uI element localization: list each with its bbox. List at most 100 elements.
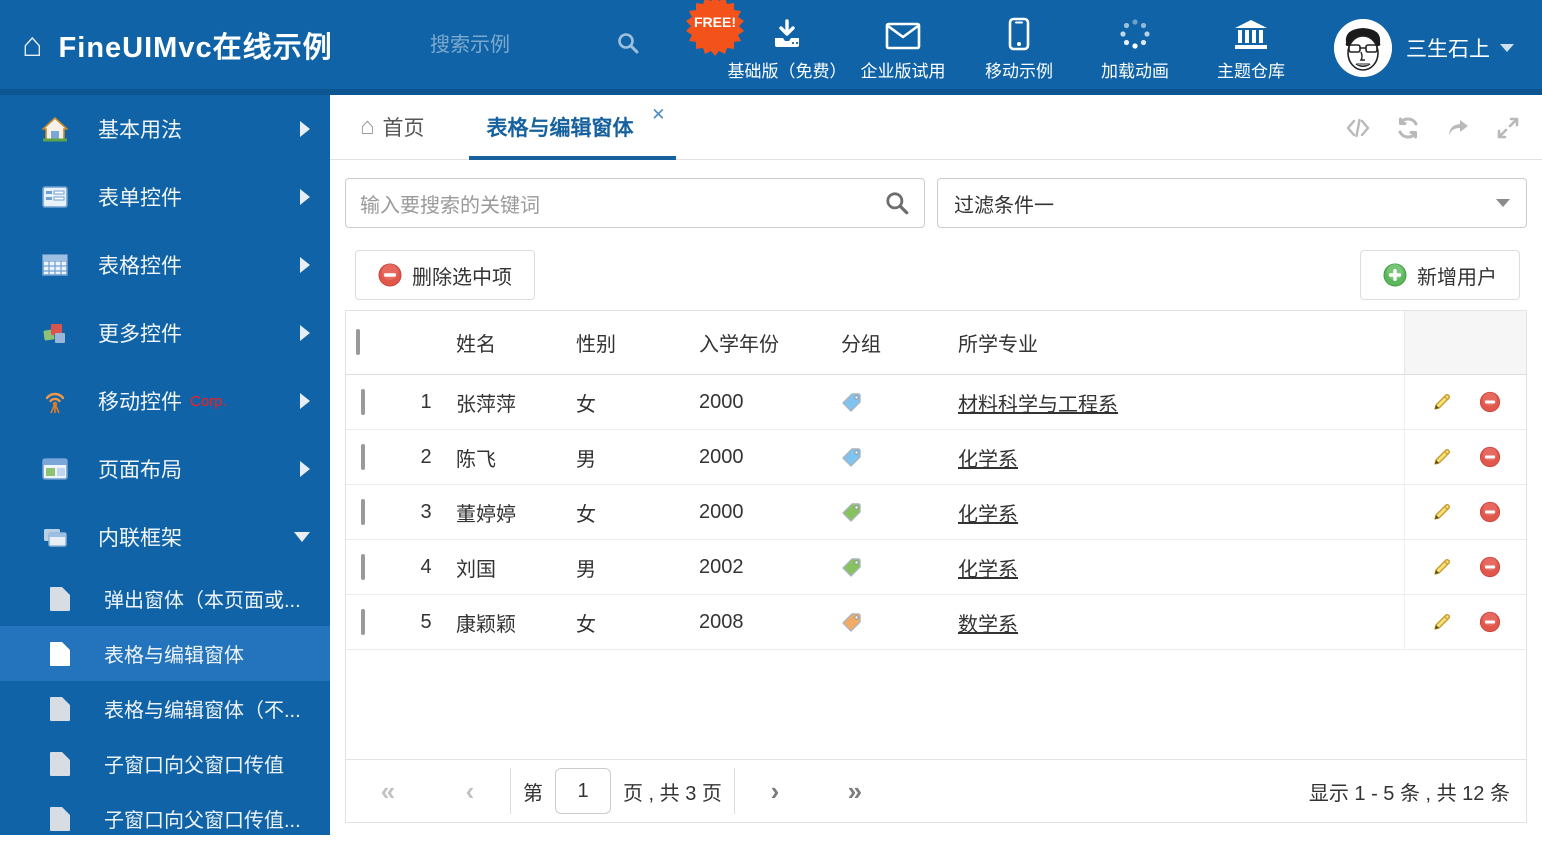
- add-user-label: 新增用户: [1417, 266, 1497, 289]
- table-row: 1 张萍萍 女 2000 材料科学与工程系: [346, 375, 1526, 430]
- tab-active-indicator: [468, 155, 676, 160]
- sidebar-item-basic-usage[interactable]: 基本用法: [0, 95, 330, 163]
- major-link[interactable]: 材料科学与工程系: [958, 394, 1118, 416]
- select-all-checkbox[interactable]: [356, 329, 360, 355]
- row-checkbox[interactable]: [361, 388, 365, 415]
- major-link[interactable]: 数学系: [958, 614, 1018, 636]
- nav-label: 基础版（免费）: [727, 62, 847, 81]
- sidebar-subitem-child-to-parent[interactable]: 子窗口向父窗口传值: [0, 736, 330, 791]
- first-page-button[interactable]: «: [346, 776, 430, 807]
- sidebar-item-more-controls[interactable]: 更多控件: [0, 299, 330, 367]
- sidebar-item-mobile-controls[interactable]: 移动控件 Corp.: [0, 367, 330, 435]
- edit-pencil-icon[interactable]: [1431, 501, 1453, 523]
- chevron-right-icon: [300, 257, 310, 273]
- row-index: 4: [420, 555, 432, 578]
- envelope-icon: [885, 13, 921, 51]
- page-number-input[interactable]: [555, 768, 611, 814]
- filter-dropdown[interactable]: 过滤条件一: [937, 178, 1527, 228]
- sidebar-subitem-grid-edit-window[interactable]: 表格与编辑窗体: [0, 626, 330, 681]
- sidebar-item-page-layout[interactable]: 页面布局: [0, 435, 330, 503]
- delete-row-icon[interactable]: [1479, 501, 1501, 523]
- sidebar-subitem-child-to-parent-2[interactable]: 子窗口向父窗口传值...: [0, 791, 330, 846]
- next-page-button[interactable]: ›: [735, 776, 815, 807]
- sidebar-subitem-label: 表格与编辑窗体（不...: [104, 700, 301, 722]
- cell-year: 2000: [699, 390, 744, 413]
- sidebar-subitem-grid-edit-window-2[interactable]: 表格与编辑窗体（不...: [0, 681, 330, 736]
- row-index: 5: [420, 610, 432, 633]
- delete-row-icon[interactable]: [1479, 611, 1501, 633]
- col-actions: [1404, 311, 1526, 374]
- edit-pencil-icon[interactable]: [1431, 611, 1453, 633]
- chevron-right-icon: [300, 393, 310, 409]
- sidebar-item-iframe[interactable]: 内联框架: [0, 503, 330, 571]
- nav-label: 主题仓库: [1217, 62, 1285, 81]
- page-prefix: 第: [523, 782, 543, 805]
- avatar[interactable]: [1334, 18, 1392, 77]
- edit-pencil-icon[interactable]: [1431, 446, 1453, 468]
- prev-page-button[interactable]: ‹: [430, 776, 510, 807]
- sidebar-item-grid-controls[interactable]: 表格控件: [0, 231, 330, 299]
- col-group: 分组: [841, 334, 881, 356]
- edit-pencil-icon[interactable]: [1431, 391, 1453, 413]
- row-checkbox[interactable]: [361, 443, 365, 470]
- sidebar-item-label: 基本用法: [98, 119, 182, 142]
- pager-divider: [510, 768, 511, 814]
- add-user-button[interactable]: 新增用户: [1360, 250, 1520, 300]
- sidebar-item-label: 更多控件: [98, 323, 182, 346]
- nav-loading-animation[interactable]: 加载动画: [1077, 0, 1193, 95]
- nav-enterprise-trial[interactable]: 企业版试用: [845, 0, 961, 95]
- antenna-icon: [45, 392, 65, 414]
- cell-name: 刘国: [456, 558, 496, 581]
- refresh-icon[interactable]: [1396, 116, 1420, 140]
- file-icon: [50, 641, 70, 666]
- corp-badge: Corp.: [190, 392, 227, 410]
- row-checkbox[interactable]: [361, 498, 365, 525]
- last-page-button[interactable]: »: [815, 776, 895, 807]
- search-icon[interactable]: [616, 31, 640, 55]
- row-checkbox[interactable]: [361, 608, 365, 635]
- nav-mobile-demo[interactable]: 移动示例: [961, 0, 1077, 95]
- tag-icon: [842, 448, 861, 467]
- search-icon[interactable]: [884, 190, 910, 216]
- sidebar-item-label: 移动控件: [98, 391, 182, 414]
- delete-row-icon[interactable]: [1479, 446, 1501, 468]
- app-logo[interactable]: ⌂ FineUIMvc在线示例: [22, 24, 333, 66]
- expand-icon[interactable]: [1496, 116, 1520, 140]
- cell-year: 2000: [699, 500, 744, 523]
- major-link[interactable]: 化学系: [958, 449, 1018, 471]
- major-link[interactable]: 化学系: [958, 559, 1018, 581]
- tab-grid-edit-window[interactable]: 表格与编辑窗体 ✕: [468, 95, 676, 160]
- cell-name: 张萍萍: [456, 393, 516, 416]
- header-search-input[interactable]: 搜索示例: [430, 28, 640, 57]
- sidebar-subitem-label: 子窗口向父窗口传值: [104, 755, 284, 777]
- cell-gender: 女: [576, 503, 596, 526]
- edit-pencil-icon[interactable]: [1431, 556, 1453, 578]
- delete-selected-button[interactable]: 删除选中项: [355, 250, 535, 300]
- cell-gender: 女: [576, 613, 596, 636]
- row-checkbox[interactable]: [361, 553, 365, 580]
- sidebar-item-form-controls[interactable]: 表单控件: [0, 163, 330, 231]
- pagination-bar: « ‹ 第 页 , 共 3 页 › » 显示 1 - 5 条 , 共 12 条: [346, 759, 1526, 822]
- nav-label: 移动示例: [985, 62, 1053, 81]
- source-code-icon[interactable]: [1346, 116, 1370, 140]
- chevron-right-icon: [300, 325, 310, 341]
- major-link[interactable]: 化学系: [958, 504, 1018, 526]
- cell-group: [831, 556, 948, 578]
- user-menu[interactable]: 三生石上: [1334, 0, 1514, 95]
- app-header: ⌂ FineUIMvc在线示例 搜索示例 FREE! 基础版（免费） 企业版试用…: [0, 0, 1542, 95]
- nav-basic-edition[interactable]: 基础版（免费）: [727, 0, 847, 95]
- nav-theme-store[interactable]: 主题仓库: [1193, 0, 1309, 95]
- share-icon[interactable]: [1446, 116, 1470, 140]
- cell-gender: 女: [576, 393, 596, 416]
- spinner-icon: [1118, 13, 1152, 51]
- keyword-search-input[interactable]: 输入要搜索的关键词: [345, 178, 925, 228]
- delete-row-icon[interactable]: [1479, 391, 1501, 413]
- delete-row-icon[interactable]: [1479, 556, 1501, 578]
- cell-name: 董婷婷: [456, 503, 516, 526]
- tab-label: 首页: [382, 117, 425, 140]
- close-icon[interactable]: ✕: [651, 105, 665, 125]
- main-content: ⌂ 首页 表格与编辑窗体 ✕ 输入要搜索的关键词 过滤条件一 删除选中项 新增用…: [330, 95, 1542, 835]
- header-search-placeholder: 搜索示例: [430, 34, 510, 56]
- sidebar-subitem-popup-window[interactable]: 弹出窗体（本页面或...: [0, 571, 330, 626]
- tab-home[interactable]: ⌂ 首页: [360, 112, 425, 142]
